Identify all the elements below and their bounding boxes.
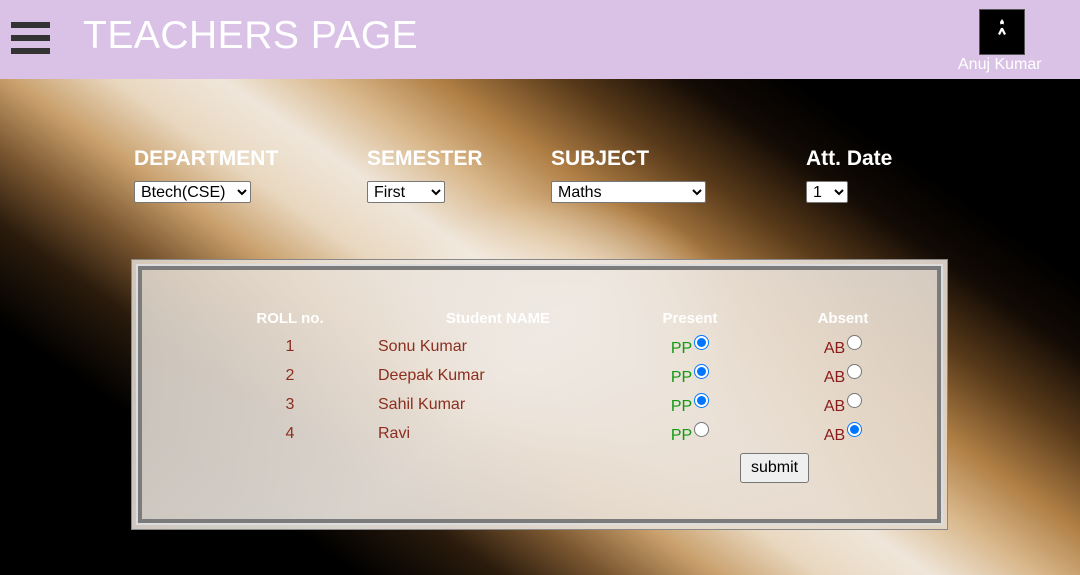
absent-header: Absent bbox=[817, 309, 869, 327]
absent-label: AB bbox=[823, 427, 846, 444]
subject-filter: SUBJECT Maths bbox=[551, 147, 706, 203]
roll-cell: 4 bbox=[285, 424, 295, 442]
present-radio[interactable] bbox=[694, 335, 710, 350]
name-cell: Deepak Kumar bbox=[378, 366, 485, 384]
hamburger-menu-icon[interactable] bbox=[11, 22, 50, 55]
attendance-panel: ROLL no. Student NAME Present Absent 1 S… bbox=[131, 259, 948, 530]
submit-button[interactable]: submit bbox=[740, 453, 809, 483]
name-cell: Sahil Kumar bbox=[378, 395, 466, 413]
semester-label: SEMESTER bbox=[367, 147, 483, 170]
absent-radio[interactable] bbox=[847, 393, 863, 408]
subject-select[interactable]: Maths bbox=[551, 181, 706, 203]
absent-label: AB bbox=[823, 340, 846, 357]
table-row: 2 Deepak Kumar PP AB bbox=[202, 361, 924, 390]
absent-radio[interactable] bbox=[847, 335, 863, 350]
user-name: Anuj Kumar bbox=[958, 56, 1042, 73]
department-select[interactable]: Btech(CSE) bbox=[134, 181, 251, 203]
department-label: DEPARTMENT bbox=[134, 147, 279, 170]
date-select[interactable]: 1 bbox=[806, 181, 848, 203]
absent-label: AB bbox=[823, 398, 846, 415]
absent-radio[interactable] bbox=[847, 422, 863, 437]
absent-label: AB bbox=[823, 369, 846, 386]
table-row: 4 Ravi PP AB bbox=[202, 419, 924, 448]
semester-filter: SEMESTER First bbox=[367, 147, 483, 203]
table-row: 3 Sahil Kumar PP AB bbox=[202, 390, 924, 419]
present-label: PP bbox=[670, 398, 693, 415]
table-header-row: ROLL no. Student NAME Present Absent bbox=[202, 304, 924, 332]
present-radio[interactable] bbox=[694, 393, 710, 408]
name-cell: Ravi bbox=[378, 424, 411, 442]
table-row: 1 Sonu Kumar PP AB bbox=[202, 332, 924, 361]
present-radio[interactable] bbox=[694, 364, 710, 379]
present-header: Present bbox=[662, 309, 718, 327]
semester-select[interactable]: First bbox=[367, 181, 445, 203]
department-filter: DEPARTMENT Btech(CSE) bbox=[134, 147, 278, 203]
date-label: Att. Date bbox=[806, 147, 893, 170]
roll-cell: 2 bbox=[285, 366, 295, 384]
name-header: Student NAME bbox=[445, 309, 551, 327]
name-cell: Sonu Kumar bbox=[378, 337, 467, 355]
date-filter: Att. Date 1 bbox=[806, 147, 892, 203]
roll-cell: 3 bbox=[285, 395, 295, 413]
present-label: PP bbox=[670, 340, 693, 357]
attendance-table: ROLL no. Student NAME Present Absent 1 S… bbox=[202, 304, 924, 448]
present-radio[interactable] bbox=[694, 422, 710, 437]
page-title: TEACHERS PAGE bbox=[83, 14, 419, 57]
roll-header: ROLL no. bbox=[256, 309, 324, 327]
present-label: PP bbox=[670, 369, 693, 386]
subject-label: SUBJECT bbox=[551, 147, 650, 170]
user-avatar[interactable] bbox=[979, 9, 1025, 55]
absent-radio[interactable] bbox=[847, 364, 863, 379]
present-label: PP bbox=[670, 427, 693, 444]
header-bar: TEACHERS PAGE Anuj Kumar bbox=[0, 0, 1080, 79]
roll-cell: 1 bbox=[285, 337, 295, 355]
